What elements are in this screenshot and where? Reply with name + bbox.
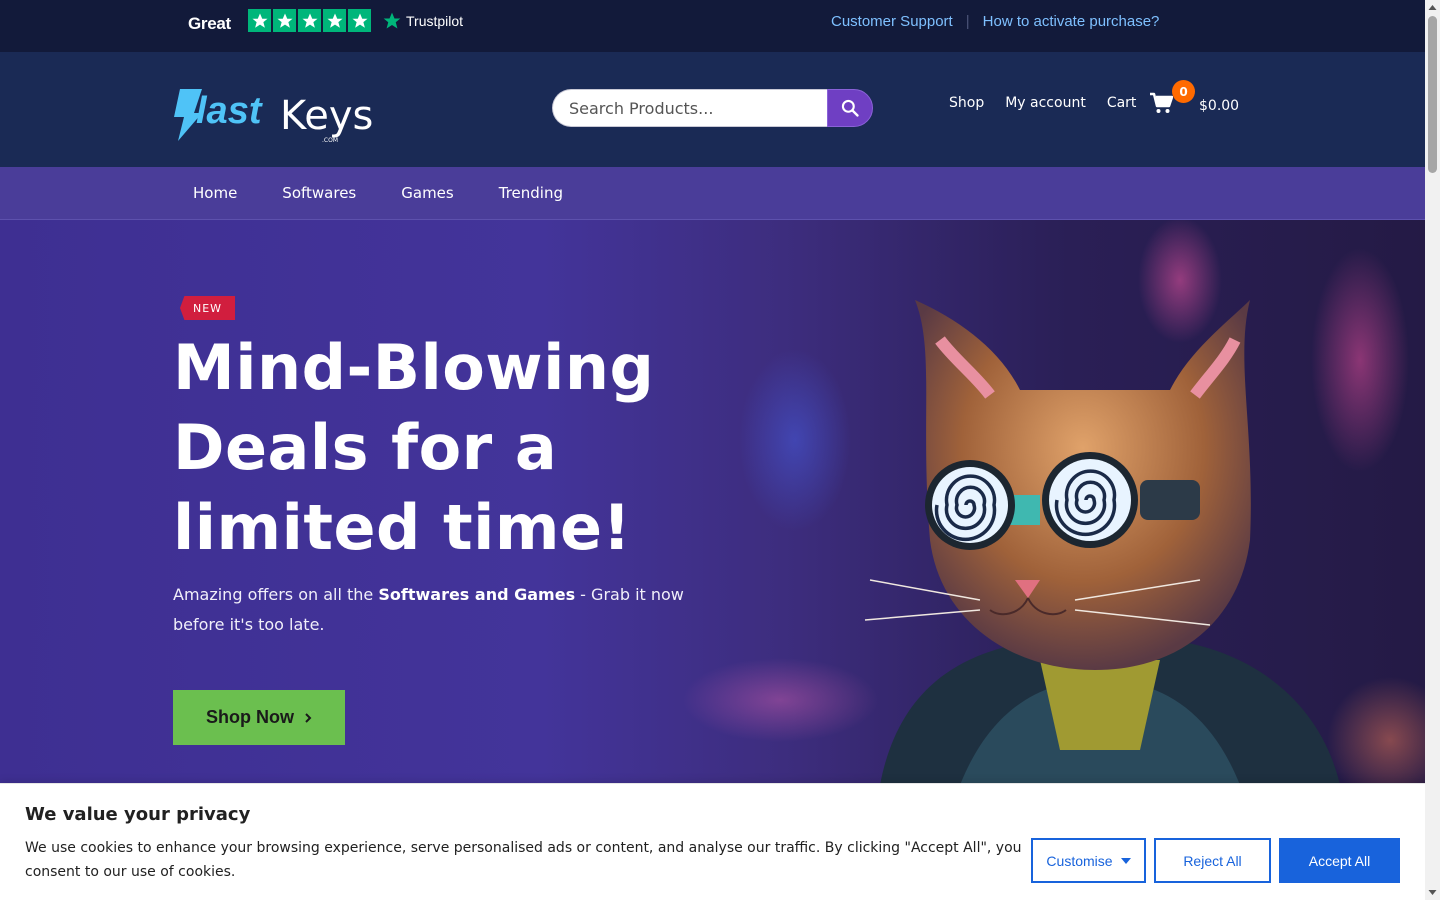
cookie-title: We value your privacy [25, 804, 251, 825]
star-icon [323, 9, 346, 32]
scroll-up-icon[interactable] [1428, 3, 1437, 12]
trustpilot-star-icon [383, 12, 401, 29]
header-nav: Shop My account Cart [949, 95, 1136, 111]
cookie-consent-banner: We value your privacy We use cookies to … [0, 783, 1425, 900]
search-icon [841, 99, 859, 117]
shop-now-label: Shop Now [206, 707, 294, 727]
top-links: Customer Support | How to activate purch… [831, 13, 1159, 30]
blastkeys-logo[interactable]: last Keys .COM [172, 85, 387, 145]
hero-cat-image [864, 300, 1340, 785]
accept-all-button[interactable]: Accept All [1279, 838, 1400, 883]
customer-support-link[interactable]: Customer Support [831, 13, 953, 30]
hero-banner: NEW Mind-Blowing Deals for a limited tim… [0, 220, 1425, 785]
nav-my-account[interactable]: My account [1005, 95, 1086, 111]
chevron-right-icon [305, 712, 312, 723]
logo-text-keys: Keys [280, 93, 373, 139]
logo-text-blast: last [196, 90, 263, 132]
link-separator: | [965, 13, 970, 30]
catnav-trending[interactable]: Trending [499, 184, 563, 202]
shop-now-button[interactable]: Shop Now [173, 690, 345, 745]
scrollbar-thumb[interactable] [1428, 16, 1437, 173]
star-icon [273, 9, 296, 32]
star-icon [348, 9, 371, 32]
catnav-home[interactable]: Home [193, 184, 237, 202]
catnav-softwares[interactable]: Softwares [282, 184, 356, 202]
reject-all-button[interactable]: Reject All [1154, 838, 1271, 883]
site-header: last Keys .COM Shop My account Cart $0.0… [0, 52, 1425, 167]
page-scrollbar[interactable] [1425, 0, 1440, 900]
cookie-text: We use cookies to enhance your browsing … [25, 840, 1022, 880]
cart-total[interactable]: $0.00 [1199, 98, 1239, 114]
top-bar: Great Trustpilot Customer Support | How … [0, 0, 1425, 52]
search-input[interactable] [552, 89, 827, 127]
customise-label: Customise [1046, 852, 1113, 869]
category-nav: Home Softwares Games Trending [0, 167, 1425, 220]
caret-down-icon [1120, 857, 1131, 864]
cart-icon[interactable] [1149, 92, 1173, 114]
new-badge: NEW [180, 296, 235, 320]
catnav-games[interactable]: Games [401, 184, 453, 202]
nav-shop[interactable]: Shop [949, 95, 984, 111]
cart-count-badge: 0 [1172, 80, 1195, 103]
activate-purchase-link[interactable]: How to activate purchase? [983, 13, 1160, 30]
hero-subtitle-pre: Amazing offers on all the [173, 585, 379, 604]
search-bar [552, 89, 873, 127]
search-button[interactable] [827, 89, 873, 127]
logo-sub: .COM [322, 137, 338, 144]
customise-button[interactable]: Customise [1031, 838, 1146, 883]
trustpilot-logo[interactable]: Trustpilot [382, 11, 463, 31]
trustpilot-stars[interactable] [248, 9, 371, 32]
nav-cart[interactable]: Cart [1107, 95, 1137, 111]
hero-subtitle-bold: Softwares and Games [378, 585, 576, 604]
hero-subtitle: Amazing offers on all the Softwares and … [173, 580, 703, 640]
trustpilot-rating: Great [188, 14, 231, 33]
star-icon [298, 9, 321, 32]
scroll-down-icon[interactable] [1428, 888, 1437, 897]
trustpilot-brand: Trustpilot [406, 13, 464, 29]
star-icon [248, 9, 271, 32]
hero-title: Mind-Blowing Deals for a limited time! [173, 331, 655, 564]
